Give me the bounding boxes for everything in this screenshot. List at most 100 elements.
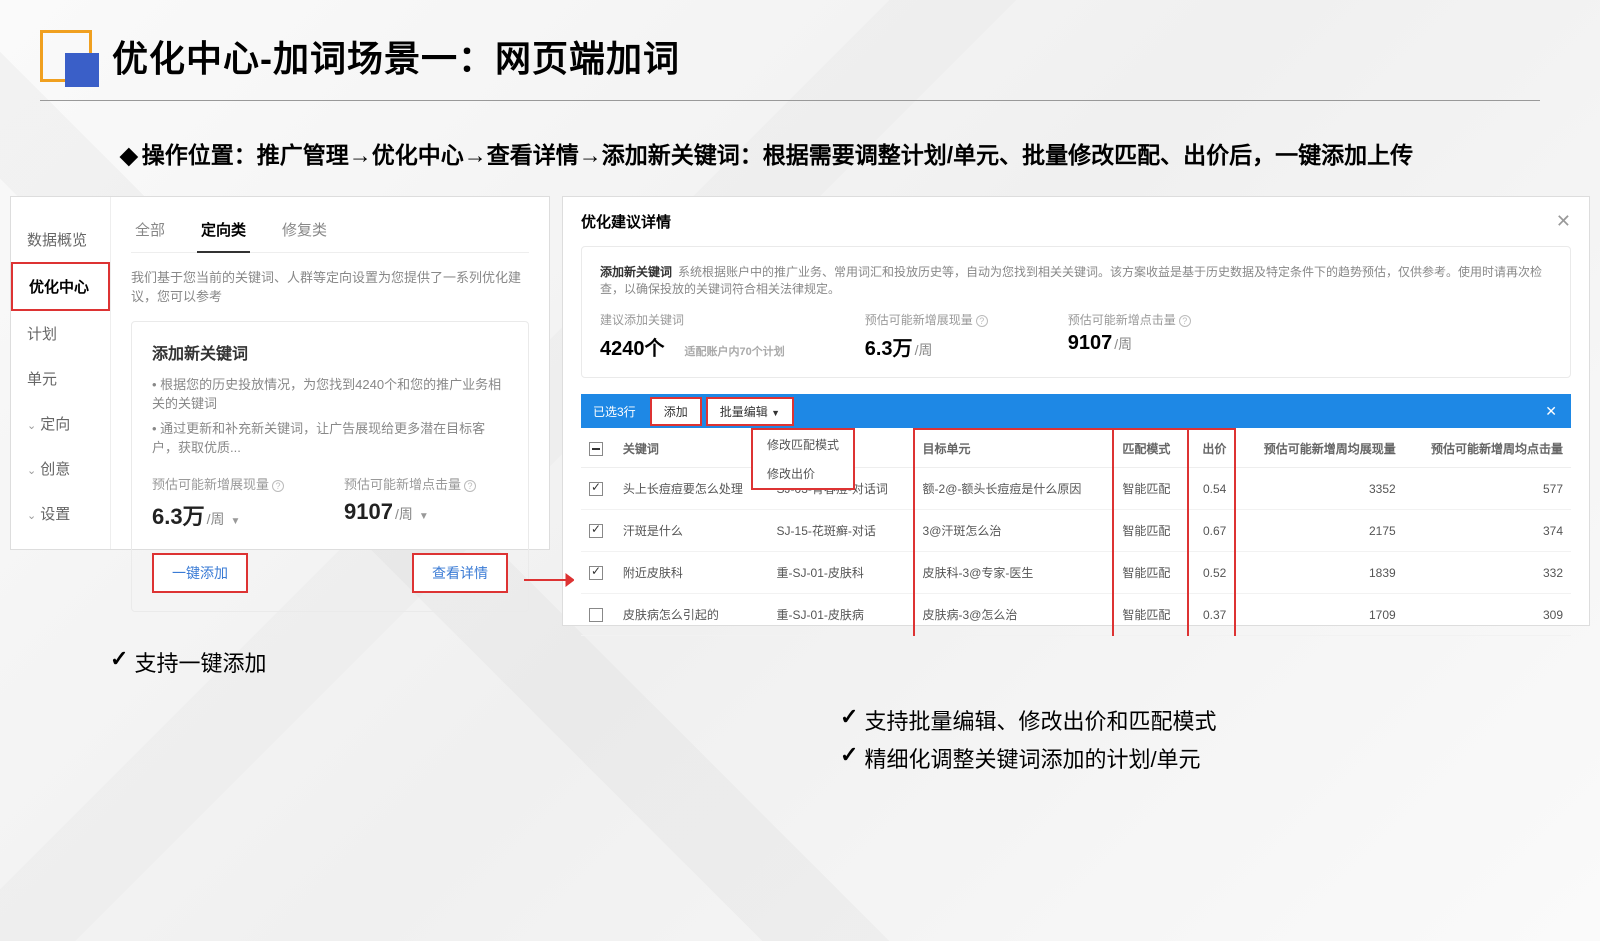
cell-impr: 2175 <box>1235 510 1403 552</box>
sidebar-item-creative[interactable]: ⌄创意 <box>11 446 110 491</box>
cell-click: 309 <box>1404 594 1571 636</box>
left-main: 全部 定向类 修复类 我们基于您当前的关键词、人群等定向设置为您提供了一系列优化… <box>111 197 549 549</box>
check-icon: ✓ <box>110 646 128 672</box>
close-icon[interactable]: ✕ <box>1556 211 1571 232</box>
cell-unit[interactable]: 皮肤科-3@专家-医生 <box>914 552 1114 594</box>
keyword-table: 关键词 计划 目标单元 匹配模式 出价 预估可能新增周均展现量 预估可能新增周均… <box>581 428 1571 636</box>
row-checkbox[interactable] <box>589 566 603 580</box>
info-box: 添加新关键词系统根据账户中的推广业务、常用词汇和投放历史等，自动为您找到相关关键… <box>581 246 1571 378</box>
col-bid: 出价 <box>1188 429 1235 468</box>
table-body: 头上长痘痘要怎么处理 SJ-03-青春痘-对话词 额-2@-额头长痘痘是什么原因… <box>581 468 1571 636</box>
cell-unit[interactable]: 皮肤病-3@怎么治 <box>914 594 1114 636</box>
cell-click: 577 <box>1404 468 1571 510</box>
sidebar-item-unit[interactable]: 单元 <box>11 356 110 401</box>
cell-unit[interactable]: 3@汗斑怎么治 <box>914 510 1114 552</box>
bullet-left: ✓支持一键添加 <box>110 646 1600 678</box>
check-icon: ✓ <box>840 742 858 768</box>
checkbox-minus-icon[interactable] <box>589 442 603 456</box>
tab-target[interactable]: 定向类 <box>197 213 250 252</box>
chevron-down-icon: ▼ <box>771 408 780 418</box>
info-lead: 添加新关键词 <box>600 265 672 279</box>
sidebar-item-plan[interactable]: 计划 <box>11 311 110 356</box>
chevron-down-icon: ▼ <box>230 516 240 527</box>
col-checkbox <box>581 429 615 468</box>
right-title-row: 优化建议详情 ✕ <box>581 211 1571 232</box>
cell-plan: 重-SJ-01-皮肤病 <box>769 594 914 636</box>
title-icon-inner <box>65 53 99 87</box>
cell-bid[interactable]: 0.54 <box>1188 468 1235 510</box>
tabs: 全部 定向类 修复类 <box>131 213 529 253</box>
card-metrics: 预估可能新增展现量? 6.3万/周▼ 预估可能新增点击量? 9107/周▼ <box>152 474 508 531</box>
table-row: 汗斑是什么 SJ-15-花斑癣-对话 3@汗斑怎么治 智能匹配 0.67 217… <box>581 510 1571 552</box>
check-icon: ✓ <box>840 704 858 730</box>
help-icon[interactable]: ? <box>464 480 476 492</box>
row-checkbox[interactable] <box>589 608 603 622</box>
right-panel: 优化建议详情 ✕ 添加新关键词系统根据账户中的推广业务、常用词汇和投放历史等，自… <box>562 196 1590 626</box>
cell-bid[interactable]: 0.52 <box>1188 552 1235 594</box>
view-detail-button[interactable]: 查看详情 <box>412 553 508 593</box>
panels-row: 数据概览 优化中心 计划 单元 ⌄定向 ⌄创意 ⌄设置 全部 定向类 修复类 我… <box>0 196 1600 626</box>
cell-keyword: 皮肤病怎么引起的 <box>615 594 769 636</box>
cell-match[interactable]: 智能匹配 <box>1113 594 1188 636</box>
arrow-icon <box>524 570 574 593</box>
bullet-text: 支持批量编辑、修改出价和匹配模式 <box>864 704 1216 736</box>
info-metric-keywords: 建议添加关键词 4240个适配账户内70个计划 <box>600 311 785 361</box>
cell-keyword: 附近皮肤科 <box>615 552 769 594</box>
sidebar-item-settings[interactable]: ⌄设置 <box>11 491 110 536</box>
info-metrics: 建议添加关键词 4240个适配账户内70个计划 预估可能新增展现量? 6.3万/… <box>600 311 1552 361</box>
chevron-down-icon: ▼ <box>419 511 429 522</box>
metric-label: 预估可能新增点击量? <box>1068 311 1191 328</box>
cell-impr: 3352 <box>1235 468 1403 510</box>
selected-count: 已选3行 <box>581 403 648 420</box>
info-metric-impressions: 预估可能新增展现量? 6.3万/周 <box>865 311 988 361</box>
cell-match[interactable]: 智能匹配 <box>1113 510 1188 552</box>
info-description: 添加新关键词系统根据账户中的推广业务、常用词汇和投放历史等，自动为您找到相关关键… <box>600 263 1552 297</box>
tab-fix[interactable]: 修复类 <box>278 213 331 252</box>
title-wrap: 优化中心-加词场景一：网页端加词 <box>40 30 1540 101</box>
bar-close-icon[interactable]: ✕ <box>1531 403 1571 420</box>
sidebar-item-optimize-center[interactable]: 优化中心 <box>11 262 110 311</box>
sidebar: 数据概览 优化中心 计划 单元 ⌄定向 ⌄创意 ⌄设置 <box>11 197 111 549</box>
metric-value: 9107/周▼ <box>344 499 476 525</box>
help-icon[interactable]: ? <box>272 480 284 492</box>
row-checkbox[interactable] <box>589 482 603 496</box>
hint-text: 我们基于您当前的关键词、人群等定向设置为您提供了一系列优化建议，您可以参考 <box>131 267 529 305</box>
suggestion-card: 添加新关键词 • 根据您的历史投放情况，为您找到4240个和您的推广业务相关的关… <box>131 321 529 612</box>
cell-keyword: 头上长痘痘要怎么处理 <box>615 468 769 510</box>
slide-title: 优化中心-加词场景一：网页端加词 <box>112 30 680 82</box>
chevron-down-icon: ⌄ <box>27 420 36 432</box>
col-unit: 目标单元 <box>914 429 1114 468</box>
sidebar-item-data-overview[interactable]: 数据概览 <box>11 217 110 262</box>
metric-label: 预估可能新增展现量? <box>152 474 284 493</box>
dropdown-bid[interactable]: 修改出价 <box>753 459 853 488</box>
metric-impressions: 预估可能新增展现量? 6.3万/周▼ <box>152 474 284 531</box>
col-keyword: 关键词 <box>615 429 769 468</box>
cell-match[interactable]: 智能匹配 <box>1113 468 1188 510</box>
help-icon[interactable]: ? <box>976 315 988 327</box>
row-checkbox[interactable] <box>589 524 603 538</box>
detail-dialog-title: 优化建议详情 <box>581 211 671 232</box>
cell-bid[interactable]: 0.37 <box>1188 594 1235 636</box>
help-icon[interactable]: ? <box>1179 315 1191 327</box>
dropdown-match-mode[interactable]: 修改匹配模式 <box>753 430 853 459</box>
table-row: 皮肤病怎么引起的 重-SJ-01-皮肤病 皮肤病-3@怎么治 智能匹配 0.37… <box>581 594 1571 636</box>
info-metric-clicks: 预估可能新增点击量? 9107/周 <box>1068 311 1191 361</box>
batch-edit-button[interactable]: 批量编辑 ▼ <box>706 397 794 426</box>
tab-all[interactable]: 全部 <box>131 213 169 252</box>
table-row: 附近皮肤科 重-SJ-01-皮肤科 皮肤科-3@专家-医生 智能匹配 0.52 … <box>581 552 1571 594</box>
chevron-down-icon: ⌄ <box>27 510 36 522</box>
col-impr: 预估可能新增周均展现量 <box>1235 429 1403 468</box>
cell-bid[interactable]: 0.67 <box>1188 510 1235 552</box>
title-icon <box>40 30 92 82</box>
metric-value: 6.3万/周▼ <box>152 499 284 531</box>
add-button[interactable]: 添加 <box>650 397 702 426</box>
cell-plan: 重-SJ-01-皮肤科 <box>769 552 914 594</box>
bullet-diamond: ◆ <box>120 142 138 168</box>
one-click-add-button[interactable]: 一键添加 <box>152 553 248 593</box>
cell-click: 332 <box>1404 552 1571 594</box>
metric-label: 预估可能新增展现量? <box>865 311 988 328</box>
sidebar-item-target[interactable]: ⌄定向 <box>11 401 110 446</box>
operation-path: ◆操作位置：推广管理→优化中心→查看详情→添加新关键词：根据需要调整计划/单元、… <box>120 135 1480 176</box>
cell-match[interactable]: 智能匹配 <box>1113 552 1188 594</box>
cell-unit[interactable]: 额-2@-额头长痘痘是什么原因 <box>914 468 1114 510</box>
